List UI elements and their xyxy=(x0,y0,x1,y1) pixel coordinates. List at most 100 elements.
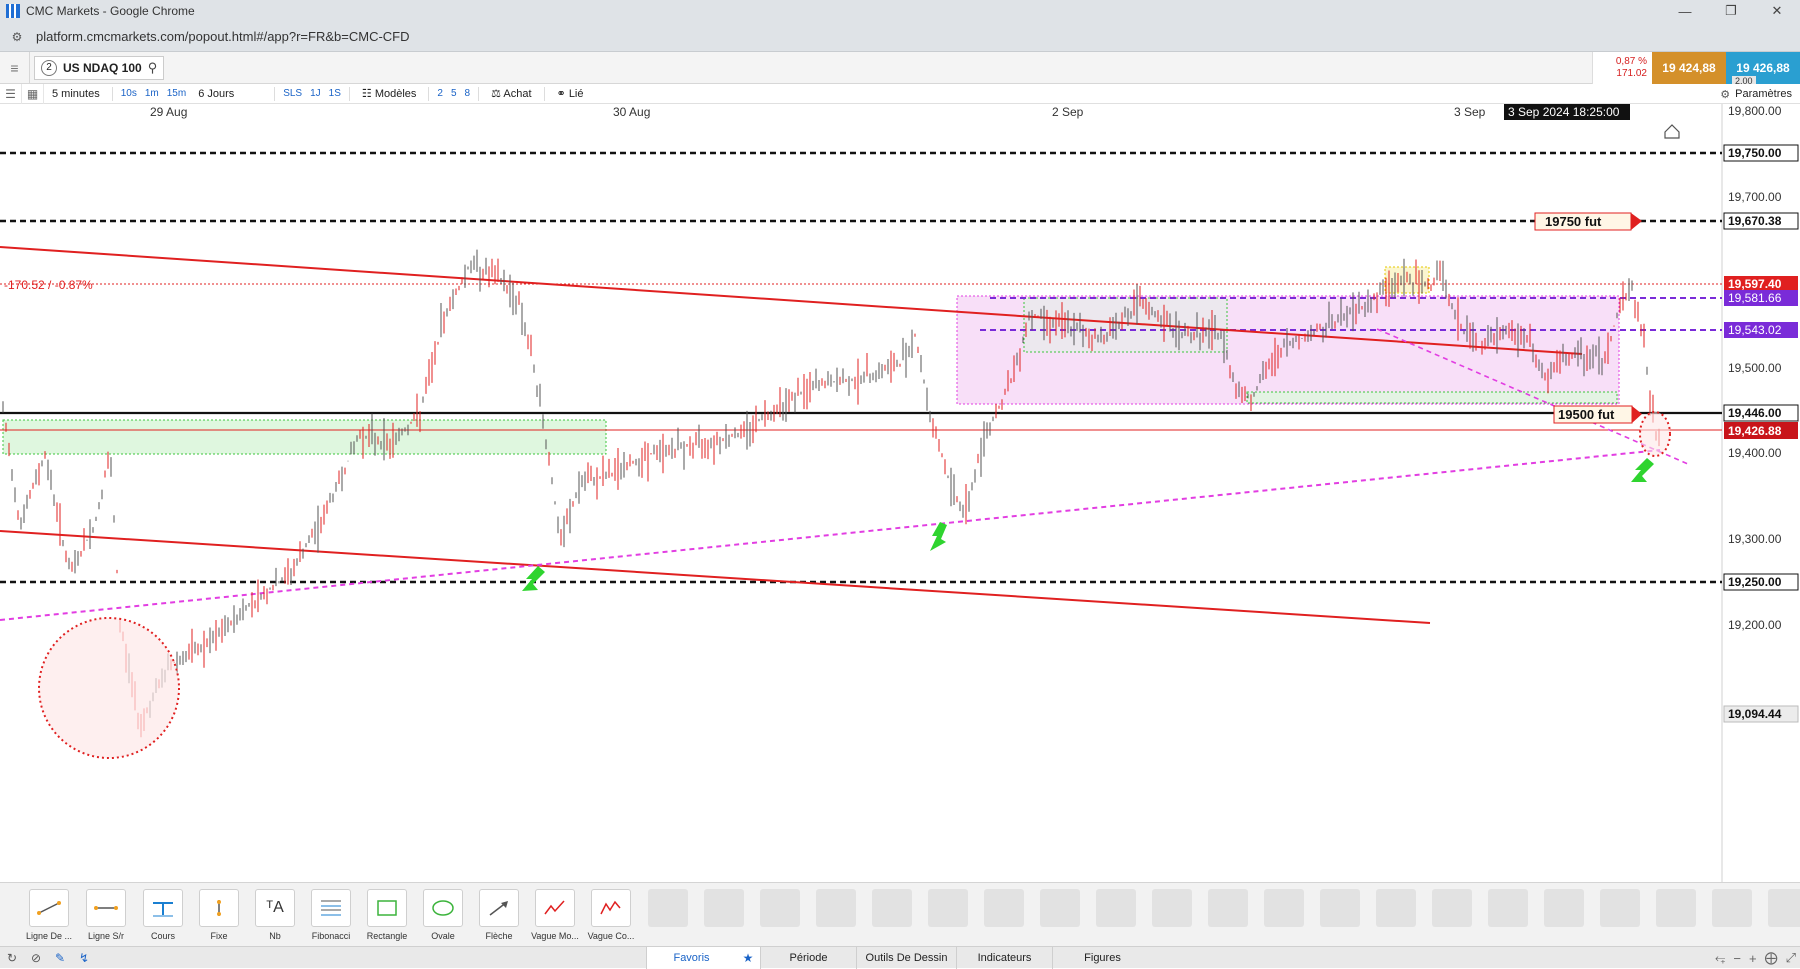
empty-tool-slot[interactable] xyxy=(1320,889,1360,927)
price-tag-19750: 19,750.00 xyxy=(1723,144,1799,162)
empty-tool-slot[interactable] xyxy=(1376,889,1416,927)
tool-nb[interactable]: ᵀA Nb xyxy=(250,889,300,941)
settings-label[interactable]: Paramètres xyxy=(1735,88,1792,100)
site-info-icon[interactable]: ⚙ xyxy=(8,28,26,46)
price-tag-label: 19,446.00 xyxy=(1728,406,1782,420)
menu-icon[interactable]: ≡ xyxy=(0,51,30,84)
interval-15m[interactable]: 15m xyxy=(163,88,190,99)
empty-tool-slot[interactable] xyxy=(1600,889,1640,927)
empty-tool-slot[interactable] xyxy=(1768,889,1800,927)
model-8[interactable]: 8 xyxy=(461,88,475,99)
settings-icon[interactable]: ⚙ xyxy=(1720,88,1730,101)
tab-indicateurs[interactable]: Indicateurs xyxy=(956,946,1052,969)
tool-ligne-sr[interactable]: Ligne S/r xyxy=(81,889,131,941)
period-select[interactable]: 6 Jours xyxy=(190,88,270,100)
fullscreen-icon[interactable]: ⤢ xyxy=(1786,950,1796,966)
tab-figures[interactable]: Figures xyxy=(1052,946,1152,969)
zoom-in-icon[interactable]: + xyxy=(1749,951,1757,966)
tool-label: Vague Mo... xyxy=(531,931,579,941)
tool-rectangle[interactable]: Rectangle xyxy=(362,889,412,941)
empty-tool-slot[interactable] xyxy=(648,889,688,927)
crosshair-icon[interactable]: ⨁ xyxy=(1765,950,1778,966)
period-1j[interactable]: 1J xyxy=(306,88,325,99)
empty-tool-slot[interactable] xyxy=(704,889,744,927)
annotation-19750-fut[interactable]: 19750 fut xyxy=(1534,212,1642,231)
price-change: 0,87 % 171.02 xyxy=(1592,52,1652,84)
low-highlight-circle xyxy=(38,617,180,759)
tool-ligne-de[interactable]: Ligne De ... xyxy=(24,889,74,941)
chart-toolbar: ☰ ▦ 5 minutes 10s 1m 15m 6 Jours SLS 1J … xyxy=(0,83,1800,104)
tab-favoris[interactable]: Favoris xyxy=(646,946,736,969)
interval-select[interactable]: 5 minutes xyxy=(44,88,108,100)
empty-tool-slot[interactable] xyxy=(1208,889,1248,927)
empty-tool-slot[interactable] xyxy=(1656,889,1696,927)
tool-fixe[interactable]: Fixe xyxy=(194,889,244,941)
sell-price-button[interactable]: 19 424,88 xyxy=(1652,52,1726,84)
tab-periode[interactable]: Période xyxy=(760,946,856,969)
layout-grid-icon[interactable]: ▦ xyxy=(22,83,44,104)
empty-tool-slot[interactable] xyxy=(1432,889,1472,927)
cancel-icon[interactable]: ⊘ xyxy=(24,947,48,969)
empty-tool-slot[interactable] xyxy=(760,889,800,927)
empty-tool-slot[interactable] xyxy=(1488,889,1528,927)
star-icon[interactable]: ★ xyxy=(736,946,760,969)
tool-fleche[interactable]: Flèche xyxy=(474,889,524,941)
arrow-icon xyxy=(479,889,519,927)
search-icon[interactable]: ⚲ xyxy=(148,60,158,76)
empty-tool-slot[interactable] xyxy=(928,889,968,927)
empty-tool-slot[interactable] xyxy=(984,889,1024,927)
price-chart[interactable]: 29 Aug 30 Aug 2 Sep 3 Sep 3 Sep 2024 18:… xyxy=(0,104,1800,882)
chart-canvas[interactable]: 29 Aug 30 Aug 2 Sep 3 Sep 3 Sep 2024 18:… xyxy=(0,104,1800,882)
zoom-out-icon[interactable]: − xyxy=(1733,951,1741,966)
url-text[interactable]: platform.cmcmarkets.com/popout.html#/app… xyxy=(36,29,410,44)
model-5[interactable]: 5 xyxy=(447,88,461,99)
achat-button[interactable]: ⚖ Achat xyxy=(483,87,539,100)
tool-ovale[interactable]: Ovale xyxy=(418,889,468,941)
tool-label: Rectangle xyxy=(366,931,408,941)
empty-tool-slot[interactable] xyxy=(872,889,912,927)
address-bar[interactable]: ⚙ platform.cmcmarkets.com/popout.html#/a… xyxy=(0,22,1800,52)
model-2[interactable]: 2 xyxy=(433,88,447,99)
tool-label: Fixe xyxy=(210,931,228,941)
linked-button[interactable]: ⚭ Lié xyxy=(549,87,592,100)
tool-cours[interactable]: Cours xyxy=(138,889,188,941)
models-button[interactable]: ☷ Modèles xyxy=(354,87,425,100)
pencil-icon[interactable]: ✎ xyxy=(48,947,72,969)
tab-outils-de-dessin[interactable]: Outils De Dessin xyxy=(856,946,956,969)
instrument-selector[interactable]: 2 US NDAQ 100 ⚲ xyxy=(34,55,165,80)
period-1s[interactable]: 1S xyxy=(325,88,345,99)
interval-1m[interactable]: 1m xyxy=(141,88,163,99)
linked-label: Lié xyxy=(568,88,584,100)
tool-label: Fibonacci xyxy=(311,931,351,941)
magnet-icon[interactable]: ↯ xyxy=(72,947,96,969)
tool-vague-mo[interactable]: Vague Mo... xyxy=(530,889,580,941)
empty-tool-slot[interactable] xyxy=(1040,889,1080,927)
refresh-icon[interactable]: ↻ xyxy=(0,947,24,969)
price-axis: 19,800.00 19,700.00 19,500.00 19,400.00 … xyxy=(1728,104,1782,632)
buy-price-button[interactable]: 19 426,88 2.00 xyxy=(1726,52,1800,86)
tool-vague-co[interactable]: Vague Co... xyxy=(586,889,636,941)
list-icon[interactable]: ☰ xyxy=(0,83,22,104)
window-title: CMC Markets - Google Chrome xyxy=(26,4,195,18)
restore-icon[interactable]: ❐ xyxy=(1708,0,1754,22)
vertical-line-icon xyxy=(199,889,239,927)
interval-10s[interactable]: 10s xyxy=(117,88,141,99)
instrument-count-badge: 2 xyxy=(41,59,57,76)
empty-tool-slot[interactable] xyxy=(816,889,856,927)
close-icon[interactable]: ✕ xyxy=(1754,0,1800,22)
tool-fibonacci[interactable]: Fibonacci xyxy=(306,889,356,941)
empty-tool-slot[interactable] xyxy=(1544,889,1584,927)
empty-tool-slot[interactable] xyxy=(1096,889,1136,927)
annotation-19500-fut[interactable]: 19500 fut xyxy=(1553,405,1642,424)
minimize-icon[interactable]: — xyxy=(1662,0,1708,22)
empty-tool-slot[interactable] xyxy=(1152,889,1192,927)
period-sls[interactable]: SLS xyxy=(279,88,306,99)
price-tag-label: 19,581.66 xyxy=(1728,291,1782,305)
price-tag-label: 19,750.00 xyxy=(1728,146,1782,160)
empty-tool-slot[interactable] xyxy=(1264,889,1304,927)
buy-price: 19 426,88 xyxy=(1736,61,1790,75)
empty-tool-slot[interactable] xyxy=(1712,889,1752,927)
price-line-icon xyxy=(143,889,183,927)
tick-19700: 19,700.00 xyxy=(1728,190,1782,204)
expand-icon[interactable]: ⥆ xyxy=(1715,950,1725,966)
